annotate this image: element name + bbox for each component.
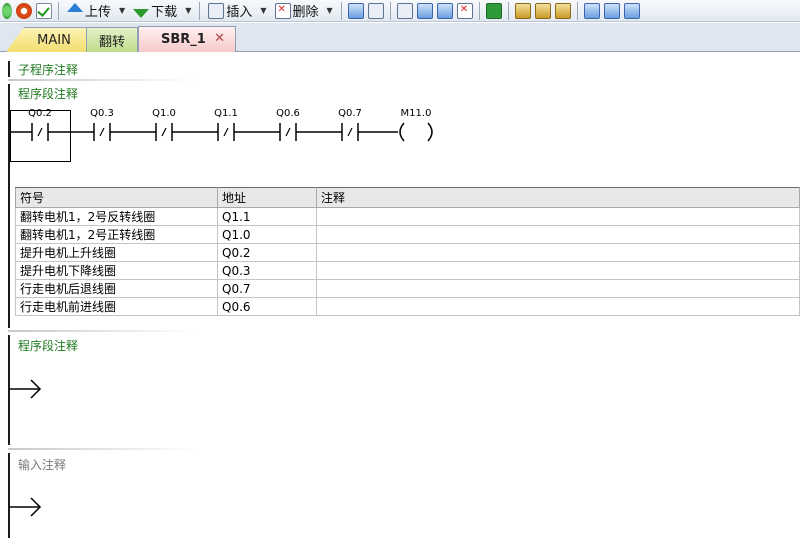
contact-address-label: Q1.0 (152, 108, 176, 119)
table-row[interactable]: 行走电机前进线圈 Q0.6 (15, 297, 800, 316)
toolbar-separator (199, 1, 201, 20)
download-arrow-icon (133, 9, 150, 18)
status-chart-icon[interactable] (367, 2, 384, 19)
download-dropdown-icon[interactable]: ▼ (185, 6, 191, 15)
tab-bar: MAIN 翻转 SBR_1 ✕ (0, 23, 800, 52)
table-row[interactable]: 提升电机下降线圈 Q0.3 (15, 261, 800, 280)
network-2-comment[interactable]: 程序段注释 (18, 337, 78, 354)
contact-Q1.1[interactable]: Q1.1 (196, 108, 258, 141)
upload-label: 上传 (85, 5, 112, 20)
network-1-ladder: Q0.2 Q0.3 Q1.0 Q1.1 Q0.6 Q0.7 M11.0 (10, 108, 433, 162)
coil-M11.0[interactable]: M11.0 (382, 108, 433, 142)
header-symbol: 符号 (15, 187, 218, 208)
compile-check-icon[interactable] (36, 2, 52, 19)
tab-sbr-1[interactable]: SBR_1 ✕ (138, 26, 236, 52)
symbol-cell: 行走电机后退线圈 (15, 279, 218, 298)
insert-dropdown-icon[interactable]: ▼ (260, 6, 266, 15)
contact-address-label: Q0.7 (338, 108, 362, 119)
insert-button[interactable]: 插入 (204, 1, 254, 21)
close-tab-icon[interactable]: ✕ (214, 31, 225, 46)
comment-cell (316, 243, 800, 262)
delete-button[interactable]: 删除 (271, 1, 321, 21)
tab-sbr-1-label: SBR_1 (161, 32, 206, 47)
symbol-cell: 翻转电机1，2号反转线圈 (15, 207, 218, 226)
contact-address-label: Q0.2 (28, 108, 52, 119)
symbol-cell: 提升电机上升线圈 (15, 243, 218, 262)
tab-flip[interactable]: 翻转 (86, 27, 138, 52)
header-address: 地址 (217, 187, 317, 208)
address-cell: Q0.6 (217, 297, 317, 316)
toolbar-separator (576, 1, 578, 20)
section-divider (8, 448, 278, 450)
table-row[interactable]: 提升电机上升线圈 Q0.2 (15, 243, 800, 262)
table-row[interactable]: 翻转电机1，2号正转线圈 Q1.0 (15, 225, 800, 244)
symbol-cell: 提升电机下降线圈 (15, 261, 218, 280)
upload-arrow-icon (67, 3, 83, 12)
table-row[interactable]: 行走电机后退线圈 Q0.7 (15, 279, 800, 298)
comment-cell (316, 279, 800, 298)
comment-cell (316, 297, 800, 316)
insert-icon (208, 2, 225, 19)
delete-dropdown-icon[interactable]: ▼ (327, 6, 333, 15)
address-cell: Q0.2 (217, 243, 317, 262)
delete-icon (274, 2, 291, 19)
go-to-icon[interactable] (485, 2, 502, 19)
download-button[interactable]: 下载 (129, 1, 179, 21)
upload-dropdown-icon[interactable]: ▼ (119, 6, 125, 15)
table-row[interactable]: 翻转电机1，2号反转线圈 Q1.1 (15, 207, 800, 226)
network-delete-icon[interactable] (456, 2, 473, 19)
upload-button[interactable]: 上传 (63, 1, 113, 21)
symbol-table-header: 符号 地址 注释 (15, 187, 800, 208)
header-comment: 注释 (316, 187, 800, 208)
tab-main-label: MAIN (37, 32, 71, 48)
lock-icon[interactable] (514, 2, 531, 19)
contact-Q0.7[interactable]: Q0.7 (320, 108, 382, 141)
program-editor[interactable]: 子程序注释 程序段注释 Q0.2 Q0.3 Q1.0 Q1.1 Q0.6 Q0.7 M11.… (0, 53, 800, 538)
toolbar-separator (58, 1, 59, 20)
delete-label: 删除 (292, 5, 319, 20)
contact-Q1.0[interactable]: Q1.0 (134, 108, 196, 141)
contact-address-label: Q0.6 (276, 108, 300, 119)
contact-Q0.6[interactable]: Q0.6 (258, 108, 320, 141)
address-cell: Q0.3 (217, 261, 317, 280)
debug-icon[interactable] (347, 2, 364, 19)
tab-flip-label: 翻转 (98, 34, 125, 50)
symbol-cell: 翻转电机1，2号正转线圈 (15, 225, 218, 244)
insert-label: 插入 (226, 5, 253, 20)
network-insert-icon[interactable] (416, 2, 433, 19)
network-icon[interactable] (396, 2, 413, 19)
contact-address-label: Q0.3 (90, 108, 114, 119)
run-icon[interactable] (2, 2, 12, 19)
comment-cell (316, 225, 800, 244)
branch-line-icon[interactable] (583, 2, 600, 19)
toolbar-separator (507, 1, 509, 20)
symbol-table: 符号 地址 注释 翻转电机1，2号反转线圈 Q1.1 翻转电机1，2号正转线圈 … (15, 187, 800, 316)
stop-icon[interactable] (16, 2, 32, 19)
section-divider (8, 330, 278, 332)
symbol-cell: 行走电机前进线圈 (15, 297, 218, 316)
address-cell: Q1.1 (217, 207, 317, 226)
comment-cell (316, 261, 800, 280)
download-label: 下载 (151, 5, 178, 20)
unlock-icon[interactable] (534, 2, 551, 19)
protect-icon[interactable] (554, 2, 571, 19)
network-3-empty-rung[interactable] (0, 495, 50, 519)
comment-cell (316, 207, 800, 226)
coil-address-label: M11.0 (401, 108, 432, 119)
contact-Q0.3[interactable]: Q0.3 (72, 108, 134, 141)
toolbar-separator (389, 1, 391, 20)
network-2-empty-rung[interactable] (0, 377, 50, 401)
down-line-icon[interactable] (603, 2, 620, 19)
tab-main[interactable]: MAIN (6, 27, 88, 52)
address-cell: Q0.7 (217, 279, 317, 298)
network-3-comment[interactable]: 输入注释 (18, 456, 66, 473)
toolbar-separator (340, 1, 342, 20)
contact-Q0.2[interactable]: Q0.2 (10, 108, 72, 141)
network-move-icon[interactable] (436, 2, 453, 19)
address-cell: Q1.0 (217, 225, 317, 244)
toolbar: 上传 ▼ 下载 ▼ 插入 ▼ 删除 ▼ (0, 0, 800, 22)
toolbar-separator (478, 1, 480, 20)
contact-address-label: Q1.1 (214, 108, 238, 119)
up-line-icon[interactable] (623, 2, 640, 19)
